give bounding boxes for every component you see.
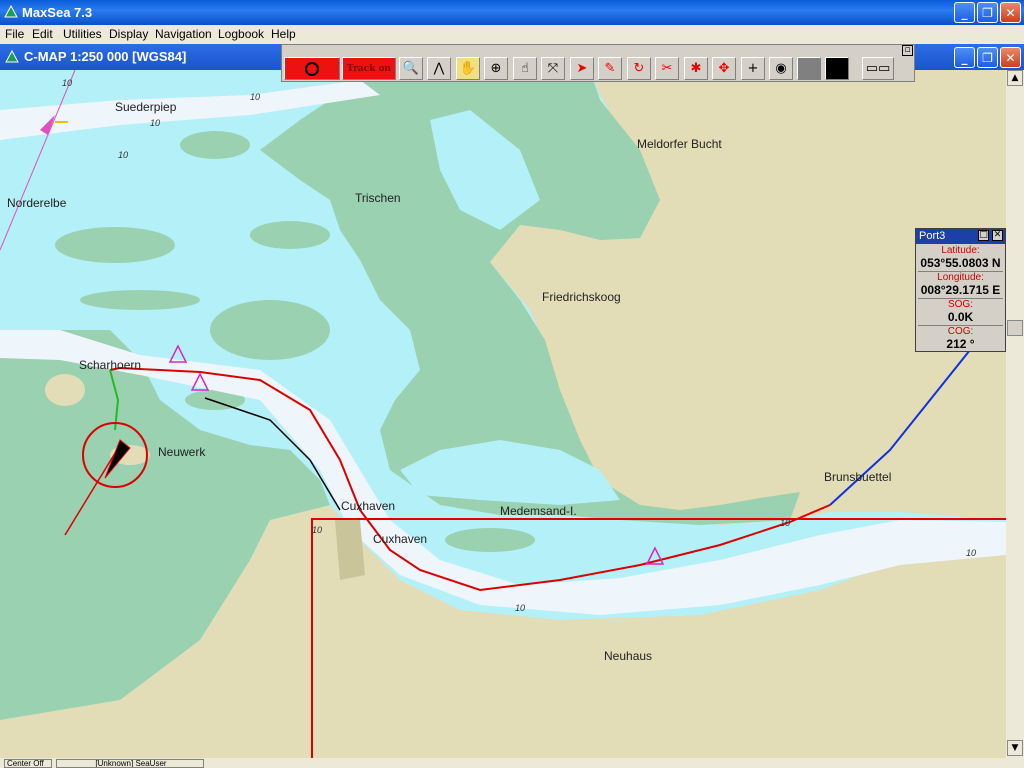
flat-5 (80, 290, 200, 310)
label-brunsbuettel: Brunsbuettel (824, 470, 892, 484)
depth-label: 10 (118, 150, 129, 160)
longitude-value: 008°29.1715 E (920, 283, 1001, 297)
hand-select-icon[interactable]: ☝ (513, 57, 537, 80)
target-circle-icon[interactable]: ◉ (769, 57, 793, 80)
minimize-button[interactable]: _ (954, 2, 975, 23)
restore-button[interactable]: ❐ (977, 2, 998, 23)
menu-logbook[interactable]: Logbook (218, 27, 264, 41)
depth-label: 10 (150, 118, 161, 128)
app-title-bar: MaxSea 7.3 _ ❐ ✕ (0, 0, 1024, 25)
center-crosshair-icon[interactable]: ⊕ (484, 57, 508, 80)
flat-2 (250, 221, 330, 249)
medemsand-flat (445, 528, 535, 552)
menu-help[interactable]: Help (271, 27, 296, 41)
user-status: [Unknown] SeaUser (56, 759, 204, 768)
nautical-chart[interactable]: Suederpiep Meldorfer Bucht Norderelbe Tr… (0, 70, 1006, 758)
scroll-up-icon[interactable]: ▲ (1007, 70, 1023, 86)
zoom-icon[interactable]: 🔍 (399, 57, 423, 80)
port-panel-header: Port3 □ ✕ (916, 229, 1005, 244)
chart-window-title: C-MAP 1:250 000 [WGS84] (24, 49, 187, 64)
app-title: MaxSea 7.3 (22, 5, 93, 20)
menu-utilities[interactable]: Utilities (63, 27, 102, 41)
black-toggle-button[interactable] (825, 57, 849, 80)
gray-toggle-button[interactable] (797, 57, 821, 80)
menu-edit[interactable]: Edit (32, 27, 53, 41)
cog-label: COG: (947, 326, 974, 337)
depth-label: 10 (515, 603, 526, 613)
longitude-label: Longitude: (937, 272, 984, 283)
label-meldorfer-bucht: Meldorfer Bucht (637, 137, 722, 151)
scroll-down-icon[interactable]: ▼ (1007, 740, 1023, 756)
zoom-fit-icon[interactable]: ⤧ (541, 57, 565, 80)
label-cuxhaven-2: Cuxhaven (373, 532, 428, 546)
chart-window-icon (5, 50, 19, 63)
depth-label: 10 (250, 92, 261, 102)
menu-bar: File Edit Utilities Display Navigation L… (0, 25, 1024, 44)
latitude-label: Latitude: (941, 245, 980, 256)
port-panel-title: Port3 (919, 230, 946, 242)
label-cuxhaven-1: Cuxhaven (341, 499, 396, 513)
chart-close-button[interactable]: ✕ (1000, 47, 1021, 68)
label-neuhaus: Neuhaus (604, 649, 653, 663)
track-on-button[interactable]: Track on (342, 57, 396, 80)
sog-label: SOG: (947, 299, 973, 310)
cuxhaven-harbour (335, 520, 365, 580)
port-info-panel: Port3 □ ✕ Latitude: 053°55.0803 N Longit… (915, 228, 1006, 352)
sog-value: 0.0K (947, 310, 974, 324)
flat-1 (180, 131, 250, 159)
chart-canvas[interactable] (0, 70, 1006, 758)
route-edit-icon[interactable]: ✱ (684, 57, 708, 80)
plus-icon[interactable]: + (741, 57, 765, 80)
label-medemsand: Medemsand-I. (500, 504, 577, 518)
compass-dividers-icon[interactable]: ⋀ (427, 57, 451, 80)
scissors-icon[interactable]: ✂ (655, 57, 679, 80)
menu-display[interactable]: Display (109, 27, 148, 41)
center-off-status[interactable]: Center Off (4, 759, 52, 768)
label-neuwerk: Neuwerk (158, 445, 206, 459)
cog-value: 212 ° (946, 337, 975, 351)
toolbar-close-icon[interactable]: ▫ (902, 45, 913, 56)
move-cross-icon[interactable]: ✥ (712, 57, 736, 80)
label-trischen: Trischen (355, 191, 401, 205)
port-close-icon[interactable]: ✕ (992, 230, 1003, 241)
depth-label: 10 (312, 525, 323, 535)
depth-label: 10 (62, 78, 73, 88)
label-friedrichskoog: Friedrichskoog (542, 290, 621, 304)
chart-toolbar: ▫ Track on 🔍 ⋀ ✋ ⊕ ☝ ⤧ ➤ ✎ ↻ ✂ ✱ ✥ + ◉ ▭… (281, 44, 915, 82)
depth-label: 10 (780, 518, 791, 528)
monitor-toggle-icon[interactable]: ▭▭ (862, 57, 894, 80)
port-maximize-icon[interactable]: □ (978, 230, 989, 241)
chart-restore-button[interactable]: ❐ (977, 47, 998, 68)
maxsea-logo-icon (4, 5, 18, 18)
menu-file[interactable]: File (5, 27, 24, 41)
label-suederpiep: Suederpiep (115, 100, 177, 114)
label-norderelbe: Norderelbe (7, 196, 67, 210)
pencil-icon[interactable]: ✎ (598, 57, 622, 80)
latitude-value: 053°55.0803 N (920, 256, 1001, 270)
flat-4 (210, 300, 330, 360)
menu-navigation[interactable]: Navigation (155, 27, 212, 41)
stop-record-button[interactable] (284, 57, 340, 80)
pointer-icon[interactable]: ➤ (570, 57, 594, 80)
scharhoern-sand (45, 374, 85, 406)
record-circle-icon (305, 61, 319, 76)
chart-minimize-button[interactable]: _ (954, 47, 975, 68)
close-button[interactable]: ✕ (1000, 2, 1021, 23)
pan-hand-icon[interactable]: ✋ (456, 57, 480, 80)
rotate-icon[interactable]: ↻ (627, 57, 651, 80)
flat-3 (55, 227, 175, 263)
label-scharhoern: Scharhoern (79, 358, 142, 372)
scroll-thumb[interactable] (1007, 320, 1023, 336)
depth-label: 10 (966, 548, 977, 558)
vertical-scrollbar[interactable]: ▲ ▼ (1006, 70, 1024, 758)
